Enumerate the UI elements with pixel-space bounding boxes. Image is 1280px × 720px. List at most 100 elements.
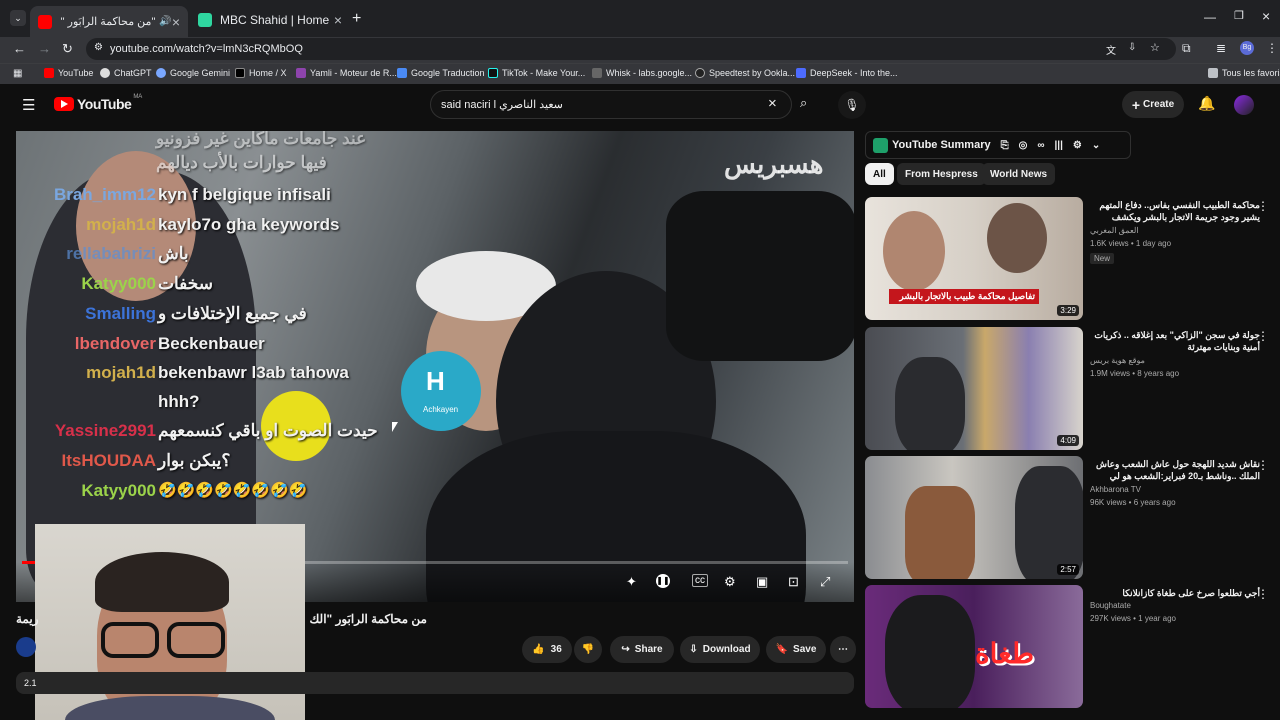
bookmark-speedtest[interactable]: Speedtest by Ookla... bbox=[695, 68, 795, 78]
channel-name[interactable]: Boughatate bbox=[1090, 601, 1131, 610]
more-icon[interactable]: ⋮ bbox=[1257, 587, 1269, 601]
description-box[interactable]: 2.1 bbox=[16, 672, 854, 694]
video-thumbnail[interactable]: طغاة bbox=[865, 585, 1083, 708]
chevron-down-icon[interactable]: ⌄ bbox=[1092, 140, 1100, 151]
search-input[interactable]: said naciri l سعيد الناصري × bbox=[430, 90, 792, 119]
create-button[interactable]: + Create bbox=[1122, 91, 1184, 118]
bookmark-deepseek[interactable]: DeepSeek - Into the... bbox=[796, 68, 898, 78]
search-icon: ⌕ bbox=[800, 95, 808, 110]
clear-search-icon[interactable]: × bbox=[768, 95, 777, 112]
chatgpt-icon[interactable]: ◎ bbox=[1019, 140, 1028, 151]
close-tab-icon[interactable]: × bbox=[172, 14, 180, 30]
video-thumbnail[interactable]: 4:09 bbox=[865, 327, 1083, 450]
speedtest-icon bbox=[695, 68, 705, 78]
bookmark-yamli[interactable]: Yamli - Moteur de R... bbox=[296, 68, 397, 78]
bookmark-label: Google Traduction bbox=[411, 68, 485, 78]
channel-name[interactable]: موقع هوية بريس bbox=[1090, 356, 1145, 365]
logo-text: YouTube bbox=[77, 96, 132, 112]
bookmark-google-translate[interactable]: Google Traduction bbox=[397, 68, 485, 78]
install-icon[interactable]: ⇩ bbox=[1128, 42, 1136, 53]
tab-shahid[interactable]: MBC Shahid | Home × bbox=[190, 6, 350, 33]
video-meta: 1.9M views • 8 years ago bbox=[1090, 369, 1180, 378]
chip-world-news[interactable]: World News bbox=[982, 163, 1056, 185]
browser-menu-icon[interactable]: ⋮ bbox=[1266, 41, 1278, 55]
search-button[interactable]: ⌕ bbox=[793, 90, 823, 119]
copy-icon[interactable]: ⎘ bbox=[1001, 140, 1009, 151]
chip-all[interactable]: All bbox=[865, 163, 894, 185]
browser-toolbar: ← → ↻ ⚙ youtube.com/watch?v=lmN3cRQMbOQ … bbox=[0, 37, 1280, 63]
close-window-icon[interactable]: × bbox=[1262, 8, 1270, 24]
settings-icon[interactable]: ⚙ bbox=[724, 574, 736, 590]
bookmark-chatgpt[interactable]: ChatGPT bbox=[100, 68, 152, 78]
captions-icon[interactable]: cc bbox=[692, 574, 708, 587]
extensions-icon[interactable]: ⧉ bbox=[1182, 41, 1191, 56]
all-bookmarks[interactable]: Tous les favoris bbox=[1208, 68, 1280, 78]
download-button[interactable]: ⇩ Download bbox=[680, 636, 760, 663]
profile-avatar[interactable]: Bg bbox=[1240, 41, 1254, 55]
bookmark-whisk[interactable]: Whisk - labs.google... bbox=[592, 68, 692, 78]
glasses-icon[interactable]: ∞ bbox=[1037, 140, 1044, 151]
more-actions-button[interactable]: ⋯ bbox=[830, 636, 856, 663]
chat-username: Brah_imm12 bbox=[53, 185, 156, 204]
bookmark-tiktok[interactable]: TikTok - Make Your... bbox=[488, 68, 585, 78]
tab-list-icon[interactable]: ⌄ bbox=[10, 10, 26, 26]
site-info-icon[interactable]: ⚙ bbox=[94, 42, 103, 53]
ai-sparkle-icon[interactable]: ✦ bbox=[626, 574, 637, 590]
dislike-button[interactable]: 👎 bbox=[574, 636, 602, 663]
related-video[interactable]: تفاصيل محاكمة طبيب بالاتجار بالبشر 3:29 … bbox=[865, 197, 1269, 321]
youtube-summary-bar[interactable]: YouTube Summary ⎘ ◎ ∞ ||| ⚙ ⌄ bbox=[865, 131, 1131, 159]
audio-icon[interactable]: 🔊 bbox=[159, 16, 171, 27]
bookmark-star-icon[interactable]: ☆ bbox=[1150, 41, 1160, 54]
restore-icon[interactable]: ❐ bbox=[1234, 9, 1244, 22]
address-bar[interactable]: ⚙ youtube.com/watch?v=lmN3cRQMbOQ 文 ⇩ ☆ bbox=[86, 38, 1176, 60]
like-button[interactable]: 👍 36 bbox=[522, 636, 572, 663]
new-tab-icon[interactable]: + bbox=[352, 10, 361, 28]
video-thumbnail[interactable]: تفاصيل محاكمة طبيب بالاتجار بالبشر 3:29 bbox=[865, 197, 1083, 320]
save-label: Save bbox=[793, 644, 817, 655]
account-avatar[interactable] bbox=[1234, 95, 1254, 115]
bookmark-youtube[interactable]: YouTube bbox=[44, 68, 93, 78]
fullscreen-icon[interactable]: ⤢ bbox=[820, 574, 830, 590]
more-icon[interactable]: ⋮ bbox=[1257, 329, 1269, 343]
related-video[interactable]: طغاة أجي تطلعوا صرخ على طغاة كازانلانكا … bbox=[865, 585, 1269, 709]
cast-icon[interactable]: ⊡ bbox=[788, 574, 799, 590]
person-figure bbox=[885, 595, 975, 708]
audio-wave-icon[interactable]: ||| bbox=[1054, 140, 1062, 151]
video-title[interactable]: نقاش شديد اللهجة حول عاش الشعب وعاش المل… bbox=[1090, 458, 1260, 482]
more-icon[interactable]: ⋮ bbox=[1257, 199, 1269, 213]
video-title[interactable]: جولة في سجن "الزاكي" بعد إغلاقه .. ذكريا… bbox=[1090, 329, 1260, 353]
related-video[interactable]: 4:09 جولة في سجن "الزاكي" بعد إغلاقه .. … bbox=[865, 327, 1269, 451]
youtube-logo[interactable]: YouTube MA bbox=[54, 94, 142, 112]
reload-icon[interactable]: ↻ bbox=[62, 41, 73, 57]
related-video[interactable]: 2:57 نقاش شديد اللهجة حول عاش الشعب وعاش… bbox=[865, 456, 1269, 580]
media-icon[interactable]: ≣ bbox=[1216, 41, 1226, 55]
settings-icon[interactable]: ⚙ bbox=[1073, 140, 1082, 151]
pause-icon[interactable]: ❚❚ bbox=[656, 574, 670, 588]
close-tab-icon[interactable]: × bbox=[334, 12, 342, 28]
channel-watermark: هسبريس bbox=[724, 149, 824, 179]
channel-name[interactable]: Akhbarona TV bbox=[1090, 485, 1141, 494]
more-icon[interactable]: ⋮ bbox=[1257, 458, 1269, 472]
apps-icon[interactable]: ▦ bbox=[13, 68, 22, 79]
voice-search-icon[interactable]: 🎙 bbox=[838, 91, 866, 119]
person-figure bbox=[1015, 466, 1083, 579]
bookmark-x[interactable]: Home / X bbox=[235, 68, 287, 78]
tab-youtube-video[interactable]: "من محاكمة الرابَور "الكناوي 🔊 × bbox=[30, 6, 188, 37]
chip-from-hespress[interactable]: From Hespress bbox=[897, 163, 986, 185]
forward-icon[interactable]: → bbox=[38, 41, 51, 56]
translate-icon[interactable]: 文 bbox=[1106, 42, 1116, 57]
save-button[interactable]: 🔖 Save bbox=[766, 636, 826, 663]
back-icon[interactable]: ← bbox=[13, 41, 26, 56]
channel-name[interactable]: العمق المغربي bbox=[1090, 226, 1139, 235]
notifications-icon[interactable]: 🔔 bbox=[1198, 95, 1215, 112]
minimize-icon[interactable]: — bbox=[1204, 10, 1216, 24]
share-button[interactable]: ↪ Share bbox=[610, 636, 674, 663]
youtube-play-icon bbox=[54, 97, 74, 111]
video-thumbnail[interactable]: 2:57 bbox=[865, 456, 1083, 579]
video-title[interactable]: محاكمة الطبيب النفسي بفاس.. دفاع المتهم … bbox=[1090, 199, 1260, 223]
menu-icon[interactable]: ☰ bbox=[22, 96, 35, 114]
chip-label: From Hespress bbox=[905, 168, 978, 180]
bookmark-gemini[interactable]: Google Gemini bbox=[156, 68, 230, 78]
summary-label: YouTube Summary bbox=[892, 139, 991, 151]
miniplayer-icon[interactable]: ▣ bbox=[756, 574, 768, 590]
